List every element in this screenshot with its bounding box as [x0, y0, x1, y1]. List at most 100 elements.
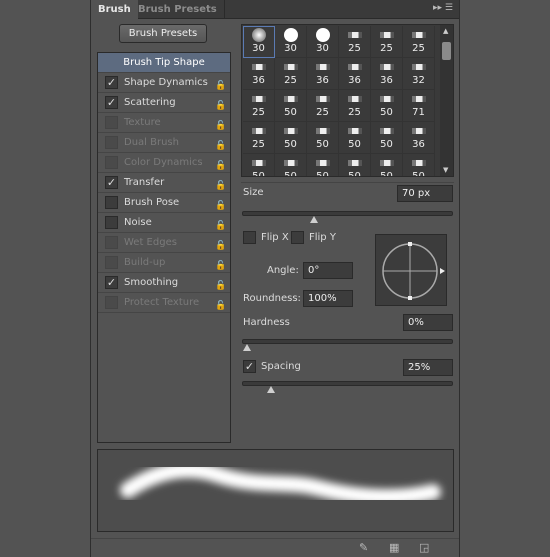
brush-tip[interactable]: 30 [275, 26, 307, 58]
brush-tip[interactable]: 50 [275, 90, 307, 122]
brush-tip[interactable]: 36 [371, 58, 403, 90]
option-checkbox[interactable] [105, 116, 118, 129]
spacing-checkbox[interactable]: ✓ [243, 360, 256, 373]
lock-icon[interactable]: 🔓 [215, 177, 226, 191]
brush-tip[interactable]: 50 [339, 154, 371, 176]
brush-tip[interactable]: 25 [339, 90, 371, 122]
brush-tip[interactable]: 36 [307, 58, 339, 90]
option-checkbox[interactable] [105, 216, 118, 229]
size-slider[interactable] [242, 211, 453, 223]
option-checkbox[interactable]: ✓ [105, 176, 118, 189]
lock-icon[interactable]: 🔓 [215, 157, 226, 171]
spacing-input[interactable]: 25% [403, 359, 453, 376]
brush-tip-icon [283, 160, 298, 166]
brush-tip[interactable]: 30 [243, 26, 275, 58]
lock-icon[interactable]: 🔓 [215, 197, 226, 211]
option-transfer[interactable]: ✓ Transfer 🔓 [98, 173, 230, 193]
scroll-up-icon[interactable]: ▲ [443, 27, 448, 35]
spacing-slider-knob[interactable] [267, 386, 276, 393]
option-shape-dynamics[interactable]: ✓ Shape Dynamics 🔓 [98, 73, 230, 93]
brush-tip-size: 25 [348, 43, 361, 54]
brush-grid-icon[interactable]: ▦ [389, 541, 399, 554]
brush-tip[interactable]: 36 [243, 58, 275, 90]
lock-icon[interactable]: 🔓 [215, 117, 226, 131]
lock-icon[interactable]: 🔓 [215, 297, 226, 311]
brush-tip-icon [411, 160, 426, 166]
brush-tip[interactable]: 50 [403, 154, 435, 176]
brush-tip[interactable]: 50 [371, 122, 403, 154]
lock-icon[interactable]: 🔓 [215, 137, 226, 151]
angle-input[interactable]: 0° [303, 262, 353, 279]
brush-tip[interactable]: 50 [243, 154, 275, 177]
brush-tip[interactable]: 50 [307, 122, 339, 154]
hardness-label: Hardness [243, 317, 290, 328]
brush-tip[interactable]: 25 [371, 26, 403, 58]
brush-tip[interactable]: 36 [403, 122, 435, 154]
brush-tip[interactable]: 25 [339, 26, 371, 58]
toggle-live-tip-icon[interactable]: ✎ [359, 541, 368, 554]
brush-tip[interactable]: 30 [307, 26, 339, 58]
lock-icon[interactable]: 🔓 [215, 237, 226, 251]
option-checkbox[interactable] [105, 156, 118, 169]
brush-tip-icon [379, 32, 394, 38]
brush-tip[interactable]: 25 [243, 90, 275, 122]
option-brush-pose[interactable]: Brush Pose 🔓 [98, 193, 230, 213]
lock-icon[interactable]: 🔓 [215, 277, 226, 291]
brush-tip[interactable]: 25 [243, 122, 275, 154]
option-protect-texture[interactable]: Protect Texture 🔓 [98, 293, 230, 313]
brush-tip[interactable]: 25 [307, 90, 339, 122]
brush-tip[interactable]: 36 [339, 58, 371, 90]
brush-tip[interactable]: 50 [371, 90, 403, 122]
new-brush-icon[interactable]: ◲ [419, 541, 429, 554]
brush-tip[interactable]: 32 [403, 58, 435, 90]
tab-brush-presets[interactable]: Brush Presets [131, 0, 225, 19]
brush-tip[interactable]: 25 [275, 58, 307, 90]
option-brush-tip-shape[interactable]: Brush Tip Shape [98, 53, 230, 73]
lock-icon[interactable]: 🔓 [215, 257, 226, 271]
lock-icon[interactable]: 🔓 [215, 97, 226, 111]
option-checkbox[interactable] [105, 296, 118, 309]
brush-tip[interactable]: 50 [275, 154, 307, 176]
option-checkbox[interactable]: ✓ [105, 96, 118, 109]
option-smoothing[interactable]: ✓ Smoothing 🔓 [98, 273, 230, 293]
option-color-dynamics[interactable]: Color Dynamics 🔓 [98, 153, 230, 173]
angle-roundness-widget[interactable] [375, 234, 447, 306]
option-checkbox[interactable] [105, 236, 118, 249]
panel-menu-icon[interactable]: ▸▸ ☰ [433, 3, 453, 13]
flip-y-checkbox[interactable] [291, 231, 304, 244]
spacing-slider[interactable] [242, 381, 453, 393]
flip-x-checkbox[interactable] [243, 231, 256, 244]
option-noise[interactable]: Noise 🔓 [98, 213, 230, 233]
size-input[interactable]: 70 px [397, 185, 453, 202]
brush-tip[interactable]: 71 [403, 90, 435, 122]
grid-scrollbar[interactable]: ▲ ▼ [440, 25, 453, 176]
option-texture[interactable]: Texture 🔓 [98, 113, 230, 133]
brush-tip[interactable]: 50 [275, 122, 307, 154]
brush-tip[interactable]: 50 [307, 154, 339, 176]
option-wet-edges[interactable]: Wet Edges 🔓 [98, 233, 230, 253]
brush-presets-button[interactable]: Brush Presets [119, 24, 207, 43]
brush-tip[interactable]: 50 [339, 122, 371, 154]
option-checkbox[interactable] [105, 196, 118, 209]
lock-icon[interactable]: 🔓 [215, 217, 226, 231]
option-checkbox[interactable] [105, 136, 118, 149]
size-slider-knob[interactable] [309, 216, 318, 223]
hardness-slider-knob[interactable] [243, 344, 251, 351]
option-checkbox[interactable]: ✓ [105, 276, 118, 289]
brush-tip-size: 30 [316, 43, 329, 54]
scroll-down-icon[interactable]: ▼ [443, 166, 448, 174]
scroll-thumb[interactable] [442, 42, 451, 60]
hardness-slider[interactable] [242, 339, 453, 351]
option-checkbox[interactable]: ✓ [105, 76, 118, 89]
option-checkbox[interactable] [105, 256, 118, 269]
option-scattering[interactable]: ✓ Scattering 🔓 [98, 93, 230, 113]
brush-tip[interactable]: 50 [371, 154, 403, 176]
brush-tip-size: 50 [252, 171, 265, 177]
option-build-up[interactable]: Build-up 🔓 [98, 253, 230, 273]
lock-icon[interactable]: 🔓 [215, 77, 226, 91]
hardness-input[interactable]: 0% [403, 314, 453, 331]
brush-tip[interactable]: 25 [403, 26, 435, 58]
roundness-input[interactable]: 100% [303, 290, 353, 307]
option-dual-brush[interactable]: Dual Brush 🔓 [98, 133, 230, 153]
brush-tip-size: 36 [316, 75, 329, 86]
